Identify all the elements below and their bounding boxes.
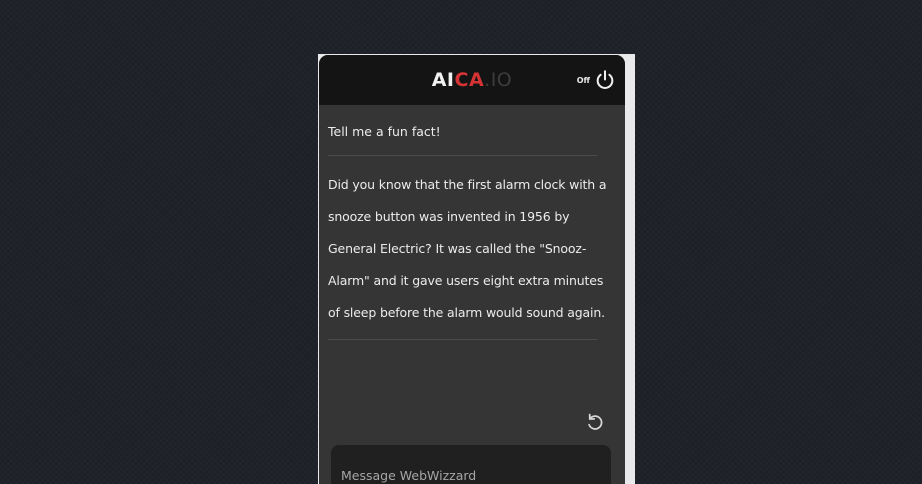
power-status-label: Off <box>576 75 590 85</box>
message-divider <box>328 155 597 156</box>
message-input[interactable] <box>331 445 611 484</box>
power-toggle[interactable]: Off <box>577 69 616 91</box>
assistant-message: Did you know that the first alarm clock … <box>328 177 607 320</box>
logo-ai: AI <box>431 69 455 91</box>
chat-panel: AICA.IO Off Tell me a fun fact! Did you … <box>319 55 625 484</box>
logo-io: .IO <box>484 69 513 91</box>
message-divider <box>328 339 597 340</box>
refresh-icon[interactable] <box>584 411 606 433</box>
user-message: Tell me a fun fact! <box>328 124 441 139</box>
power-icon[interactable] <box>594 69 616 91</box>
app-header: AICA.IO Off <box>319 55 625 105</box>
logo-ca: CA <box>454 69 485 91</box>
